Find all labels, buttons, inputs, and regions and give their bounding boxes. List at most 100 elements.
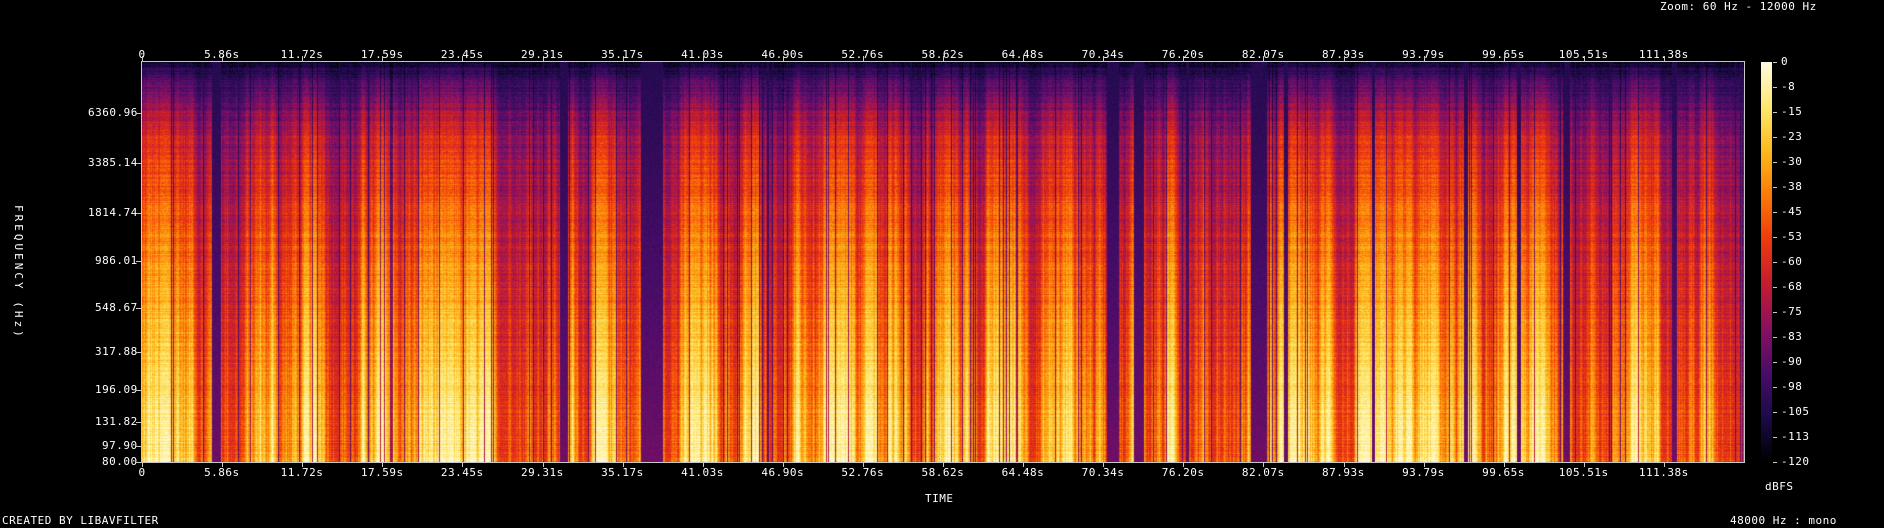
x-tick-label-bottom: 35.17s xyxy=(601,466,644,479)
y-tick-mark xyxy=(136,308,141,310)
y-tick-label: 6360.96 xyxy=(88,105,138,119)
x-tick-mark-bottom xyxy=(542,462,544,467)
colorbar-tick-mark xyxy=(1773,462,1777,463)
x-tick-mark-top xyxy=(1263,56,1265,61)
colorbar-tick-mark xyxy=(1773,387,1777,388)
x-tick-mark-bottom xyxy=(1423,462,1425,467)
x-tick-mark-bottom xyxy=(782,462,784,467)
x-tick-label-bottom: 58.62s xyxy=(921,466,965,479)
x-tick-mark-bottom xyxy=(222,462,224,467)
x-tick-mark-bottom xyxy=(1583,462,1585,467)
colorbar-tick-mark xyxy=(1773,137,1777,138)
footer-credit: CREATED BY LIBAVFILTER xyxy=(2,514,159,527)
x-tick-mark-bottom xyxy=(462,462,464,467)
colorbar-tick-label: -83 xyxy=(1781,330,1803,343)
x-tick-mark-top xyxy=(702,56,704,61)
x-tick-label-bottom: 64.48s xyxy=(1001,466,1045,479)
colorbar-tick-label: -23 xyxy=(1781,130,1803,143)
y-tick-mark xyxy=(136,390,141,392)
y-tick-mark xyxy=(136,261,141,263)
x-tick-mark-bottom xyxy=(382,462,384,467)
y-tick-mark xyxy=(136,422,141,424)
colorbar-tick-label: -75 xyxy=(1781,305,1803,318)
x-tick-label-bottom: 99.65s xyxy=(1482,466,1525,479)
x-tick-mark-top xyxy=(542,56,544,61)
colorbar-tick-mark xyxy=(1773,262,1777,263)
x-tick-label-bottom: 41.03s xyxy=(681,466,724,479)
x-tick-mark-bottom xyxy=(1503,462,1505,467)
y-tick-mark xyxy=(136,112,141,114)
x-tick-mark-bottom xyxy=(862,462,864,467)
x-tick-mark-top xyxy=(222,56,224,61)
colorbar-tick-mark xyxy=(1773,237,1777,238)
colorbar-tick-mark xyxy=(1773,337,1777,338)
x-tick-label-bottom: 111.38s xyxy=(1638,466,1689,479)
x-tick-label-bottom: 17.59s xyxy=(360,466,404,479)
x-tick-label-bottom: 87.93s xyxy=(1322,466,1365,479)
x-tick-label-bottom: 82.07s xyxy=(1241,466,1285,479)
colorbar-tick-mark xyxy=(1773,362,1777,363)
x-tick-label-bottom: 0 xyxy=(138,466,146,479)
x-tick-label-bottom: 76.20s xyxy=(1161,466,1205,479)
colorbar-tick-label: -38 xyxy=(1781,180,1803,193)
y-tick-mark xyxy=(136,212,141,214)
x-tick-label-bottom: 23.45s xyxy=(440,466,484,479)
y-tick-label: 1814.74 xyxy=(88,205,138,219)
colorbar-tick-label: -105 xyxy=(1781,405,1810,418)
x-tick-mark-top xyxy=(462,56,464,61)
x-tick-label-bottom: 29.31s xyxy=(521,466,564,479)
x-tick-mark-top xyxy=(142,56,143,61)
x-tick-mark-bottom xyxy=(1263,462,1265,467)
x-tick-mark-top xyxy=(862,56,864,61)
colorbar-tick-label: -45 xyxy=(1781,205,1803,218)
y-tick-mark xyxy=(136,351,141,353)
x-tick-mark-top xyxy=(382,56,384,61)
x-tick-mark-bottom xyxy=(622,462,624,467)
y-tick-label: 317.88 xyxy=(95,344,138,358)
x-tick-mark-top xyxy=(1343,56,1345,61)
y-tick-label: 548.67 xyxy=(95,301,138,315)
y-tick-mark xyxy=(136,462,141,463)
colorbar-tick-mark xyxy=(1773,412,1777,413)
x-tick-mark-top xyxy=(943,56,944,61)
colorbar-tick-mark xyxy=(1773,62,1777,63)
colorbar-tick-mark xyxy=(1773,437,1777,438)
x-tick-mark-top xyxy=(1023,56,1025,61)
colorbar-tick-mark xyxy=(1773,187,1777,188)
x-tick-mark-bottom xyxy=(1103,462,1105,467)
colorbar-tick-label: -15 xyxy=(1781,105,1803,118)
x-tick-label-bottom: 105.51s xyxy=(1558,466,1609,479)
x-tick-mark-top xyxy=(1583,56,1585,61)
footer-format: 48000 Hz : mono xyxy=(1730,514,1837,527)
colorbar-tick-mark xyxy=(1773,162,1777,163)
x-tick-label-bottom: 11.72s xyxy=(280,466,324,479)
x-tick-label-bottom: 46.90s xyxy=(761,466,805,479)
x-tick-label-bottom: 5.86s xyxy=(204,466,240,479)
x-tick-mark-top xyxy=(1423,56,1425,61)
x-tick-mark-top xyxy=(622,56,624,61)
x-tick-mark-bottom xyxy=(142,462,143,467)
colorbar-tick-label: -120 xyxy=(1781,455,1810,468)
y-tick-label: 986.01 xyxy=(95,254,138,268)
colorbar-tick-mark xyxy=(1773,312,1777,313)
colorbar-tick-mark xyxy=(1773,212,1777,213)
colorbar-tick-mark xyxy=(1773,112,1777,113)
colorbar-tick-label: -68 xyxy=(1781,280,1803,293)
x-tick-mark-top xyxy=(1503,56,1505,61)
x-tick-label-bottom: 93.79s xyxy=(1402,466,1445,479)
x-tick-mark-top xyxy=(302,56,304,61)
x-tick-mark-top xyxy=(1663,56,1665,61)
y-tick-label: 196.09 xyxy=(95,383,138,397)
colorbar xyxy=(1761,62,1772,462)
x-tick-mark-bottom xyxy=(702,462,704,467)
zoom-label: Zoom: 60 Hz - 12000 Hz xyxy=(1660,0,1817,13)
colorbar-tick-label: -98 xyxy=(1781,380,1803,393)
x-tick-mark-bottom xyxy=(1343,462,1345,467)
spectrogram-plot xyxy=(142,62,1744,462)
colorbar-tick-label: -30 xyxy=(1781,155,1803,168)
y-axis-title: FREQUENCY (Hz) xyxy=(12,205,25,340)
x-tick-mark-bottom xyxy=(943,462,944,467)
colorbar-label: dBFS xyxy=(1765,480,1794,493)
colorbar-tick-label: -53 xyxy=(1781,230,1803,243)
colorbar-tick-label: -8 xyxy=(1781,80,1796,93)
